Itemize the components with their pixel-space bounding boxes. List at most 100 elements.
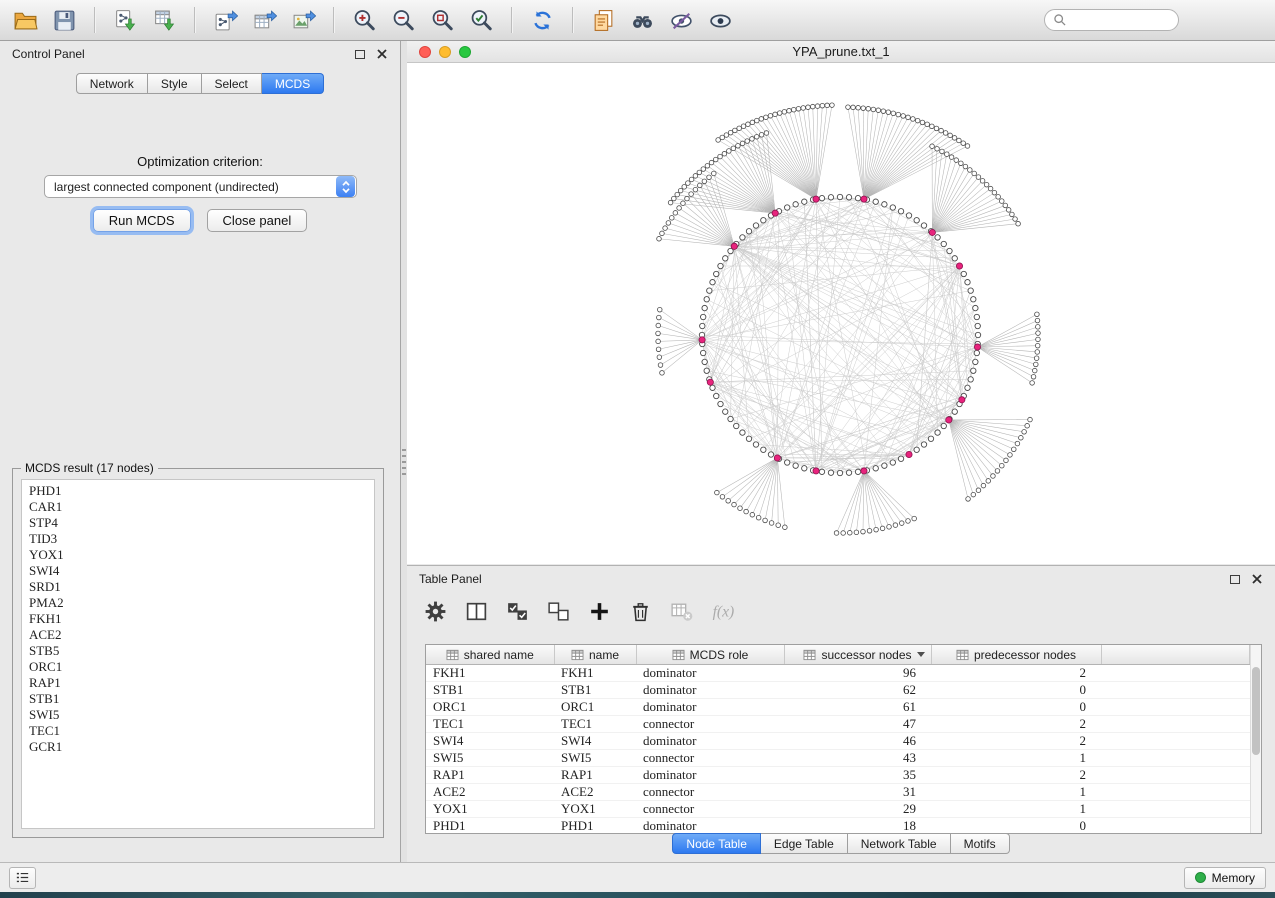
table-cell[interactable]: 35 [784, 767, 931, 784]
table-cell[interactable]: STB1 [426, 682, 554, 699]
table-row[interactable]: ACE2ACE2connector311 [426, 784, 1250, 801]
list-item[interactable]: SRD1 [22, 579, 374, 595]
mcds-result-list[interactable]: PHD1CAR1STP4TID3YOX1SWI4SRD1PMA2FKH1ACE2… [21, 479, 375, 829]
select-all-icon[interactable] [503, 597, 531, 625]
table-cell[interactable]: PHD1 [426, 818, 554, 834]
table-cell[interactable]: RAP1 [426, 767, 554, 784]
eye-icon[interactable] [705, 5, 735, 35]
table-cell[interactable]: 31 [784, 784, 931, 801]
table-cell[interactable]: dominator [636, 818, 784, 834]
list-item[interactable]: ACE2 [22, 627, 374, 643]
table-cell[interactable]: SWI5 [426, 750, 554, 767]
table-cell[interactable]: connector [636, 801, 784, 818]
table-row[interactable]: TEC1TEC1connector472 [426, 716, 1250, 733]
list-item[interactable]: GCR1 [22, 739, 374, 755]
table-cell[interactable]: dominator [636, 682, 784, 699]
list-item[interactable]: SWI5 [22, 707, 374, 723]
table-cell[interactable]: 0 [931, 699, 1101, 716]
table-cell[interactable]: dominator [636, 733, 784, 750]
table-cell[interactable]: dominator [636, 699, 784, 716]
tab-style[interactable]: Style [148, 73, 202, 94]
panel-selector-button[interactable] [9, 867, 36, 889]
table-cell[interactable]: RAP1 [554, 767, 636, 784]
table-row[interactable]: FKH1FKH1dominator962 [426, 665, 1250, 682]
binoculars-icon[interactable] [627, 5, 657, 35]
table-cell[interactable]: connector [636, 784, 784, 801]
list-item[interactable]: FKH1 [22, 611, 374, 627]
float-panel-icon[interactable] [355, 50, 365, 59]
copy-document-icon[interactable] [588, 5, 618, 35]
memory-button[interactable]: Memory [1184, 867, 1266, 889]
run-mcds-button[interactable]: Run MCDS [93, 209, 191, 232]
table-cell[interactable]: 47 [784, 716, 931, 733]
tab-mcds[interactable]: MCDS [262, 73, 324, 94]
list-item[interactable]: PHD1 [22, 483, 374, 499]
table-cell[interactable]: 0 [931, 818, 1101, 834]
table-cell[interactable]: 18 [784, 818, 931, 834]
eye-slash-icon[interactable] [666, 5, 696, 35]
table-cell[interactable]: ACE2 [554, 784, 636, 801]
table-row[interactable]: YOX1YOX1connector291 [426, 801, 1250, 818]
zoom-in-icon[interactable] [349, 5, 379, 35]
tab-motifs[interactable]: Motifs [951, 833, 1010, 854]
table-row[interactable]: ORC1ORC1dominator610 [426, 699, 1250, 716]
tab-network-table[interactable]: Network Table [848, 833, 951, 854]
network-canvas-svg[interactable] [407, 63, 1275, 564]
table-row[interactable]: STB1STB1dominator620 [426, 682, 1250, 699]
column-header-mcds-role[interactable]: MCDS role [636, 645, 784, 665]
table-cell[interactable]: connector [636, 716, 784, 733]
table-row[interactable]: SWI5SWI5connector431 [426, 750, 1250, 767]
delete-row-icon[interactable] [626, 597, 654, 625]
table-cell[interactable]: dominator [636, 767, 784, 784]
add-row-icon[interactable] [585, 597, 613, 625]
close-table-panel-icon[interactable] [1251, 573, 1263, 585]
search-input[interactable] [1072, 13, 1170, 27]
window-maximize-button[interactable] [459, 46, 471, 58]
export-table-icon[interactable] [249, 5, 279, 35]
search-field[interactable] [1044, 9, 1179, 31]
table-cell[interactable]: 2 [931, 733, 1101, 750]
criterion-select[interactable]: largest connected component (undirected) [44, 175, 357, 198]
table-cell[interactable]: connector [636, 750, 784, 767]
list-item[interactable]: CAR1 [22, 499, 374, 515]
table-cell[interactable]: SWI4 [554, 733, 636, 750]
list-item[interactable]: STB1 [22, 691, 374, 707]
table-row[interactable]: PHD1PHD1dominator180 [426, 818, 1250, 834]
table-cell[interactable]: 1 [931, 784, 1101, 801]
table-cell[interactable]: dominator [636, 665, 784, 682]
tab-node-table[interactable]: Node Table [672, 833, 761, 854]
list-item[interactable]: STP4 [22, 515, 374, 531]
table-cell[interactable]: 1 [931, 750, 1101, 767]
save-icon[interactable] [49, 5, 79, 35]
column-header-successor-nodes[interactable]: successor nodes [784, 645, 931, 665]
network-window-titlebar[interactable]: YPA_prune.txt_1 [407, 41, 1275, 63]
gear-icon[interactable] [421, 597, 449, 625]
table-cell[interactable]: 29 [784, 801, 931, 818]
table-cell[interactable]: 0 [931, 682, 1101, 699]
list-item[interactable]: SWI4 [22, 563, 374, 579]
tab-network[interactable]: Network [76, 73, 148, 94]
window-close-button[interactable] [419, 46, 431, 58]
list-item[interactable]: TEC1 [22, 723, 374, 739]
list-item[interactable]: PMA2 [22, 595, 374, 611]
table-cell[interactable]: YOX1 [554, 801, 636, 818]
zoom-out-icon[interactable] [388, 5, 418, 35]
table-cell[interactable]: 61 [784, 699, 931, 716]
table-cell[interactable]: 1 [931, 801, 1101, 818]
table-cell[interactable]: TEC1 [554, 716, 636, 733]
tab-select[interactable]: Select [202, 73, 262, 94]
table-scrollbar[interactable] [1250, 645, 1261, 833]
column-header-shared-name[interactable]: shared name [426, 645, 554, 665]
list-item[interactable]: RAP1 [22, 675, 374, 691]
table-cell[interactable]: 2 [931, 665, 1101, 682]
columns-icon[interactable] [462, 597, 490, 625]
table-cell[interactable]: SWI5 [554, 750, 636, 767]
scrollbar-thumb[interactable] [1252, 667, 1260, 755]
table-row[interactable]: RAP1RAP1dominator352 [426, 767, 1250, 784]
table-cell[interactable]: ORC1 [426, 699, 554, 716]
zoom-fit-icon[interactable] [427, 5, 457, 35]
export-image-icon[interactable] [288, 5, 318, 35]
table-cell[interactable]: FKH1 [426, 665, 554, 682]
table-cell[interactable]: YOX1 [426, 801, 554, 818]
list-item[interactable]: ORC1 [22, 659, 374, 675]
